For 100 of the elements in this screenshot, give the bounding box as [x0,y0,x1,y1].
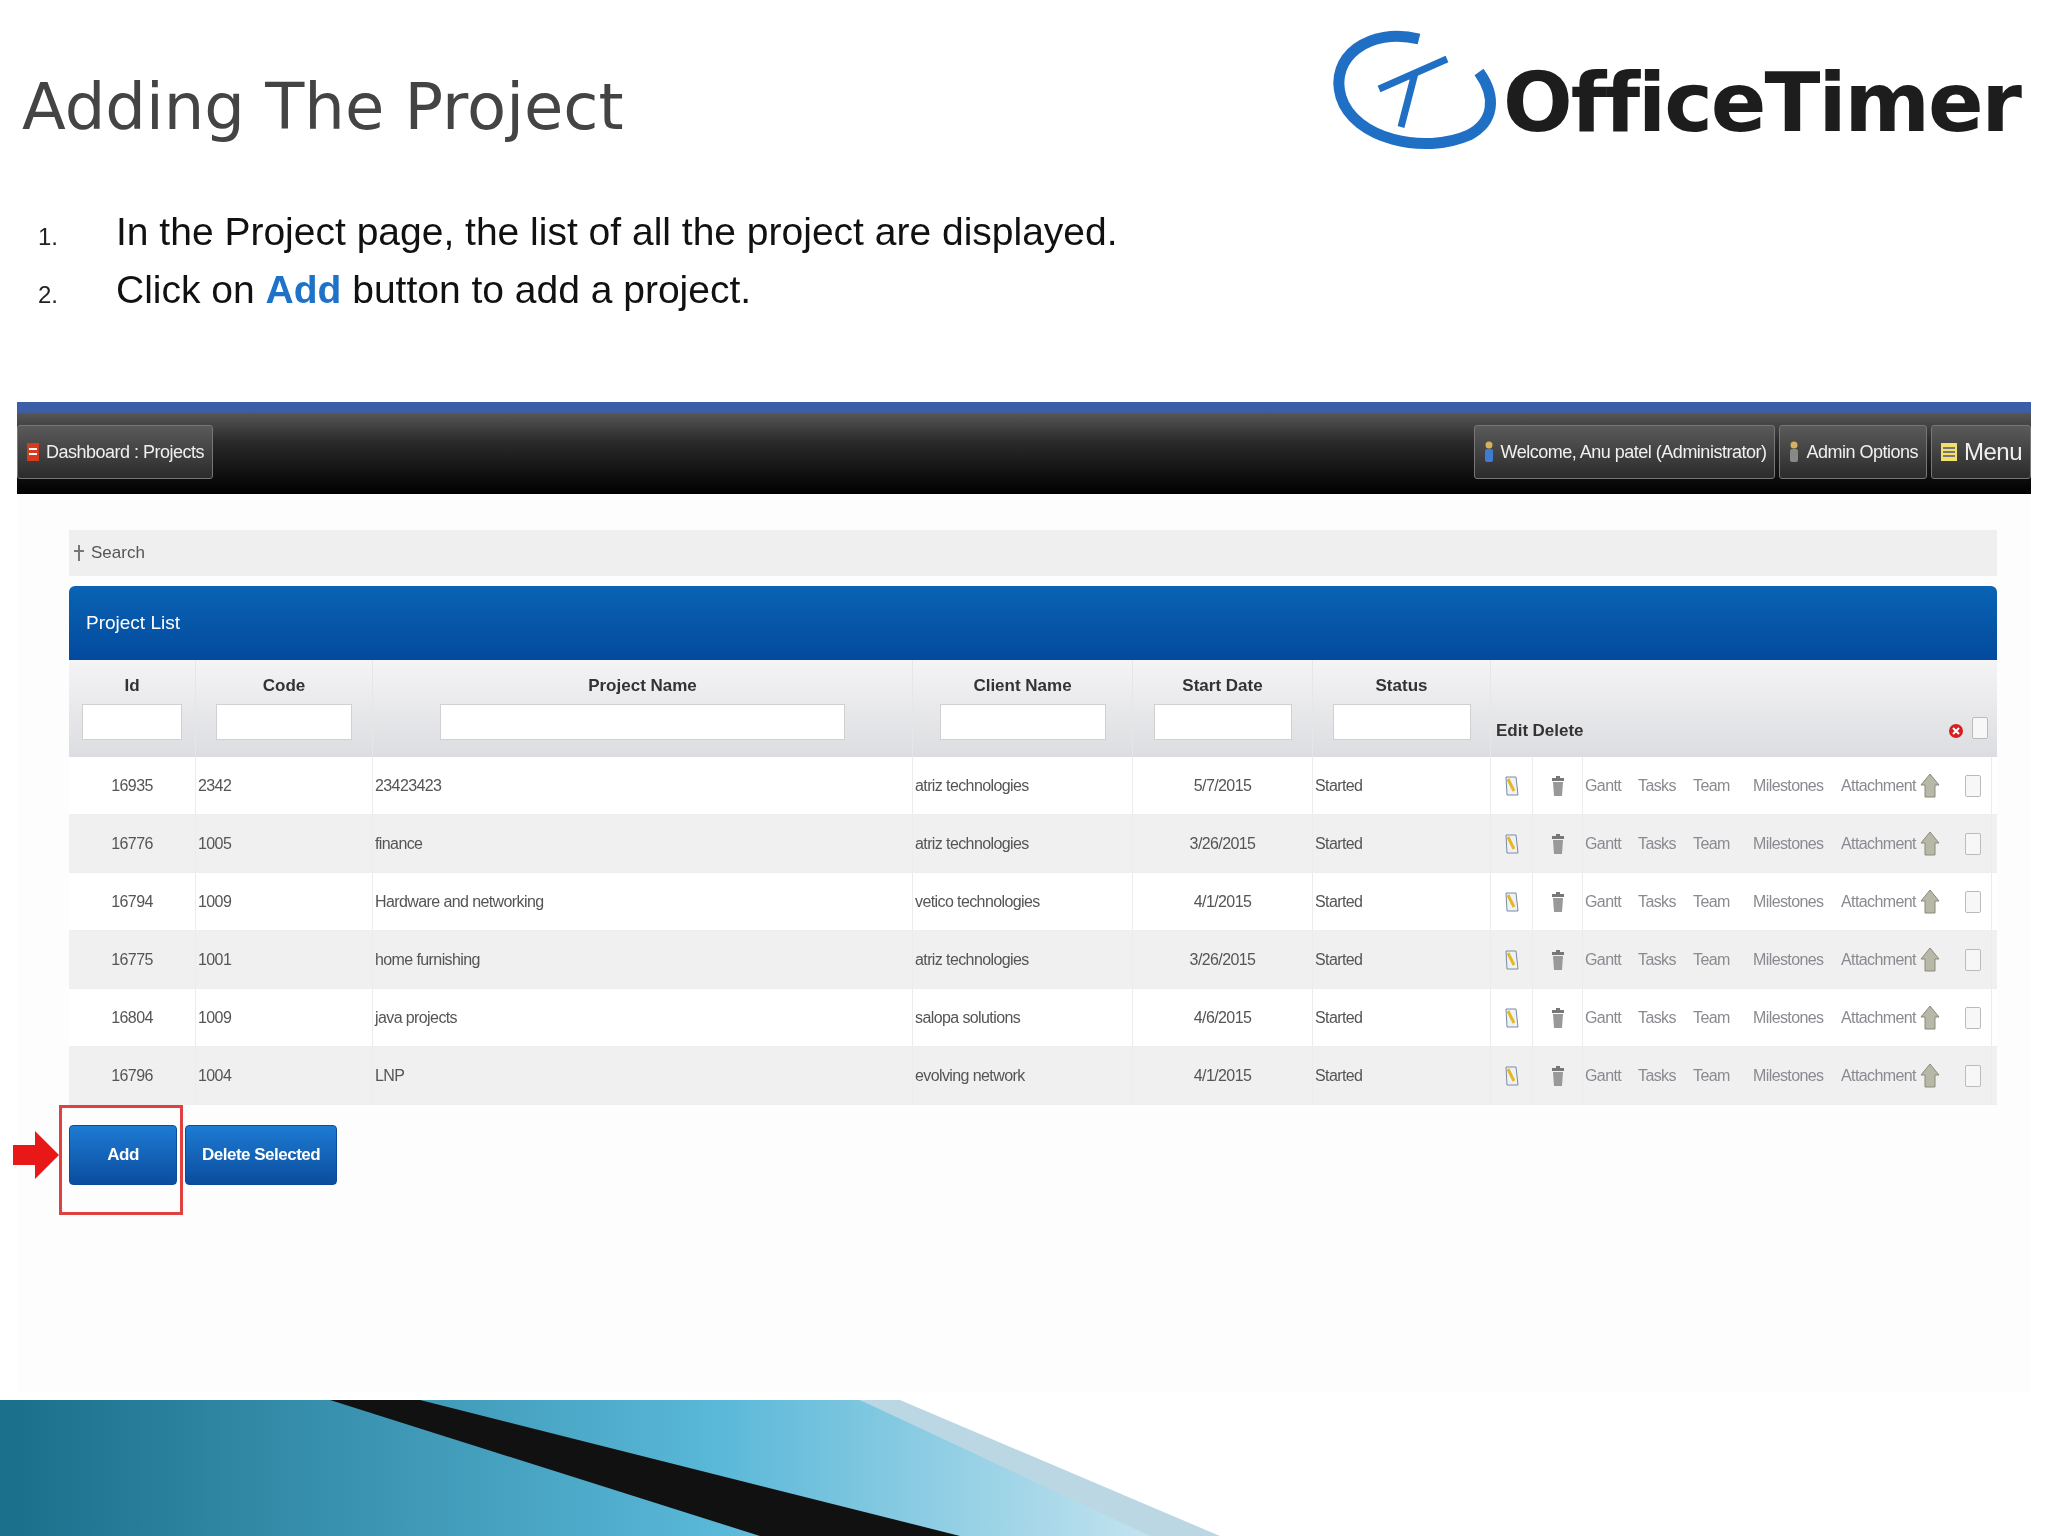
filter-field[interactable] [1332,704,1471,740]
breadcrumb-button[interactable]: Dashboard : Projects [17,425,214,479]
edit-icon[interactable] [1503,1006,1520,1029]
admin-options-button[interactable]: Admin Options [1779,425,1927,479]
action-link[interactable]: Gantt [1585,892,1622,911]
table-cell: atriz technologies [913,815,1133,872]
action-link[interactable]: Attachment [1841,950,1916,969]
person-icon [1788,441,1801,463]
row-checkbox[interactable] [1965,948,1981,971]
action-link[interactable]: Gantt [1585,950,1622,969]
expand-icon [73,544,85,562]
table-cell: 16775 [69,931,196,988]
upload-icon[interactable] [1919,1004,1940,1031]
table-cell: salopa solutions [913,989,1133,1046]
select-all-checkbox[interactable] [1972,717,1988,739]
trash-icon[interactable] [1550,1064,1565,1087]
trash-icon[interactable] [1550,832,1565,855]
filter-field[interactable] [440,704,845,740]
action-link[interactable]: Tasks [1638,1066,1676,1085]
action-link[interactable]: Team [1693,1008,1730,1027]
row-checkbox[interactable] [1965,890,1981,913]
action-link[interactable]: Attachment [1841,1008,1916,1027]
column-header: Id [124,676,140,696]
instruction-text: Click on Add button to add a project. [116,268,752,312]
action-button[interactable]: Add [69,1125,177,1185]
edit-icon[interactable] [1503,948,1520,971]
action-link[interactable]: Attachment [1841,834,1916,853]
column-header: Delete [1532,721,1584,741]
action-button[interactable]: Delete Selected [185,1125,338,1185]
table-cell: 1009 [196,873,373,930]
action-link[interactable]: Team [1693,776,1730,795]
document-icon [26,442,40,462]
row-checkbox[interactable] [1965,1064,1981,1087]
row-checkbox[interactable] [1965,774,1981,797]
action-link[interactable]: Gantt [1585,1008,1622,1027]
table-cell: 4/6/2015 [1133,989,1313,1046]
search-toggle[interactable]: Search [91,543,145,563]
instruction-text: In the Project page, the list of all the project are displayed. [116,210,1118,254]
action-link[interactable]: Tasks [1638,776,1676,795]
action-link[interactable]: Team [1693,950,1730,969]
action-link[interactable]: Tasks [1638,834,1676,853]
action-link[interactable]: Tasks [1638,892,1676,911]
filter-field[interactable] [939,704,1106,740]
edit-icon[interactable] [1503,774,1520,797]
upload-icon[interactable] [1919,946,1940,973]
action-link[interactable]: Attachment [1841,892,1916,911]
clear-filter-icon[interactable] [1948,723,1964,739]
edit-icon[interactable] [1503,832,1520,855]
filter-field[interactable] [1153,704,1292,740]
table-cell: 1005 [196,815,373,872]
table-cell: 16776 [69,815,196,872]
table-cell: evolving network [913,1047,1133,1104]
action-link[interactable]: Milestones [1753,1008,1824,1027]
trash-icon[interactable] [1550,890,1565,913]
filter-field[interactable] [216,704,352,740]
menu-button[interactable]: Menu [1930,425,2031,479]
action-link[interactable]: Gantt [1585,834,1622,853]
action-link[interactable]: Gantt [1585,1066,1622,1085]
action-link[interactable]: Milestones [1753,1066,1824,1085]
table-cell: vetico technologies [913,873,1133,930]
column-header: Project Name [588,676,697,696]
action-link[interactable]: Milestones [1753,892,1824,911]
edit-icon[interactable] [1503,1064,1520,1087]
edit-icon[interactable] [1503,890,1520,913]
column-header: Edit [1495,721,1529,741]
action-link[interactable]: Attachment [1841,776,1916,795]
trash-icon[interactable] [1550,774,1565,797]
action-link[interactable]: Milestones [1753,776,1824,795]
trash-icon[interactable] [1550,948,1565,971]
row-checkbox[interactable] [1965,832,1981,855]
action-link[interactable]: Attachment [1841,1066,1916,1085]
column-header: Client Name [973,676,1072,696]
column-header: Code [262,676,306,696]
filter-field[interactable] [82,704,182,740]
table-cell: Hardware and networking [373,873,913,930]
table-cell: 2342 [196,757,373,814]
table-cell: Started [1313,931,1491,988]
upload-icon[interactable] [1919,830,1940,857]
action-link[interactable]: Gantt [1585,776,1622,795]
step-number: 1. [38,223,59,251]
panel-title: Project List [86,612,180,634]
action-link[interactable]: Team [1693,1066,1730,1085]
action-link[interactable]: Milestones [1753,834,1824,853]
action-link[interactable]: Team [1693,892,1730,911]
table-cell: 4/1/2015 [1133,873,1313,930]
step-number: 2. [38,281,59,309]
trash-icon[interactable] [1550,1006,1565,1029]
welcome-button[interactable]: Welcome, Anu patel (Administrator) [1473,425,1776,479]
upload-icon[interactable] [1919,888,1940,915]
action-link[interactable]: Team [1693,834,1730,853]
table-cell: Started [1313,815,1491,872]
action-link[interactable]: Tasks [1638,950,1676,969]
action-link[interactable]: Tasks [1638,1008,1676,1027]
table-cell: finance [373,815,913,872]
table-cell: 16796 [69,1047,196,1104]
table-cell: atriz technologies [913,757,1133,814]
action-link[interactable]: Milestones [1753,950,1824,969]
row-checkbox[interactable] [1965,1006,1981,1029]
upload-icon[interactable] [1919,1062,1940,1089]
upload-icon[interactable] [1919,772,1940,799]
